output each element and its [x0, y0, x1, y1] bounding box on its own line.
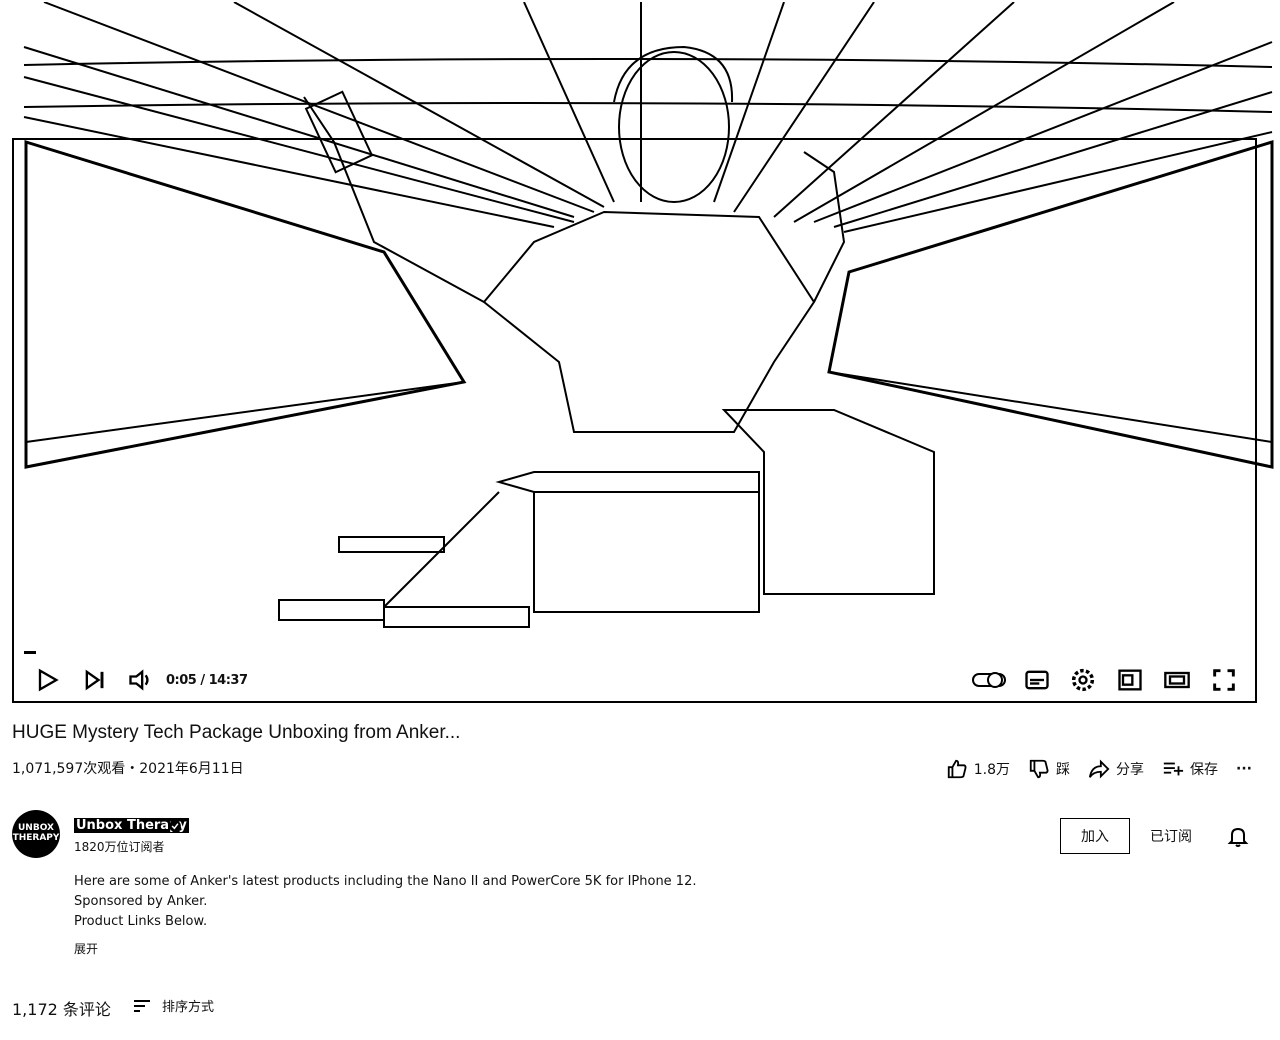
right-wall: [827, 139, 1274, 469]
video-frame: [23, 2, 1274, 628]
dislike-label: 踩: [1056, 762, 1071, 778]
ceiling-line: [233, 2, 605, 208]
volume-icon: [129, 669, 149, 691]
settings-button[interactable]: [1066, 665, 1100, 695]
left-wall: [24, 139, 467, 469]
ceiling-line: [813, 41, 1273, 223]
share-label: 分享: [1116, 762, 1145, 778]
box-tall: [721, 409, 935, 595]
video-player[interactable]: 0:05 / 14:37: [12, 2, 1274, 703]
box-small: [278, 599, 385, 621]
box-flat: [383, 606, 530, 628]
person-cap: [613, 45, 734, 103]
time-display: 0:05 / 14:37: [166, 673, 248, 688]
subscribed-label: 已订阅: [1150, 829, 1192, 845]
description-line: Product Links Below.: [74, 914, 208, 929]
sort-label: 排序方式: [162, 1000, 215, 1015]
description-line: Here are some of Anker's latest products…: [74, 874, 697, 889]
video-title: HUGE Mystery Tech Package Unboxing from …: [12, 722, 461, 743]
floor-line: [25, 381, 465, 443]
dislike-button[interactable]: 踩: [1028, 758, 1070, 780]
subtitles-button[interactable]: [1020, 665, 1054, 695]
subtitles-icon: [1025, 670, 1049, 690]
share-icon: [1088, 759, 1110, 779]
ceiling-crossline: [23, 57, 1273, 68]
fullscreen-icon: [1213, 669, 1235, 691]
ceiling-line: [793, 2, 1175, 223]
subscribed-button[interactable]: 已订阅: [1150, 826, 1192, 846]
comments-count: 1,172 条评论: [12, 1000, 111, 1019]
save-button[interactable]: 保存: [1162, 758, 1218, 780]
miniplayer-icon: [1118, 669, 1142, 691]
description-line: Sponsored by Anker.: [74, 894, 208, 909]
ceiling-line: [23, 46, 575, 218]
video-description: Here are some of Anker's latest products…: [74, 872, 696, 932]
ceiling-line: [713, 2, 785, 203]
action-bar: 1.8万 踩 分享 保存 ···: [946, 758, 1252, 780]
show-more-button[interactable]: 展开: [74, 940, 98, 957]
ceiling-line: [833, 91, 1273, 228]
progress-bar[interactable]: [24, 651, 64, 655]
progress-fill: [24, 651, 36, 654]
playlist-add-icon: [1163, 762, 1184, 776]
person-right-arm: [803, 151, 846, 303]
miniplayer-button[interactable]: [1113, 665, 1147, 695]
join-label: 加入: [1081, 829, 1109, 845]
sort-comments-button[interactable]: 排序方式: [132, 996, 214, 1015]
fullscreen-button[interactable]: [1207, 665, 1241, 695]
next-button[interactable]: [78, 665, 112, 695]
ceiling-crossline: [23, 102, 1273, 113]
box-large-top: [495, 471, 760, 493]
phone-in-hand: [304, 90, 374, 174]
bell-icon[interactable]: [1226, 824, 1250, 848]
share-button[interactable]: 分享: [1088, 758, 1144, 780]
autoplay-toggle[interactable]: [969, 665, 1009, 695]
gear-icon: [1071, 668, 1095, 692]
join-button[interactable]: 加入: [1060, 818, 1130, 854]
ceiling-line: [773, 2, 1015, 218]
avatar-text: UNBOX THERAPY: [12, 823, 60, 843]
skip-next-icon: [85, 669, 104, 691]
sort-icon: [134, 999, 150, 1012]
verified-badge-icon: [169, 820, 181, 832]
theater-mode-button[interactable]: [1160, 665, 1194, 695]
ceiling-line: [23, 76, 575, 223]
box-edge: [383, 491, 500, 608]
video-stats: 1,071,597次观看・2021年6月11日: [12, 761, 244, 777]
play-icon: [38, 668, 59, 692]
box-small2: [338, 536, 445, 553]
volume-button[interactable]: [124, 665, 158, 695]
subscriber-count: 1820万位订阅者: [74, 840, 165, 854]
person-left-arm: [303, 96, 485, 303]
ceiling-line: [523, 2, 615, 203]
ceiling-line: [733, 2, 875, 213]
play-button[interactable]: [30, 665, 64, 695]
box-large: [533, 491, 760, 613]
more-icon: ···: [1236, 761, 1252, 777]
ceiling-line: [43, 2, 595, 213]
thumbs-down-icon: [1029, 759, 1049, 779]
floor-line: [828, 371, 1273, 443]
like-button[interactable]: 1.8万: [946, 758, 1010, 780]
ceiling-line: [843, 131, 1273, 233]
person-torso: [482, 210, 816, 433]
theater-mode-icon: [1164, 671, 1190, 689]
more-actions-button[interactable]: ···: [1236, 761, 1252, 777]
player-controls: 0:05 / 14:37: [14, 651, 1255, 701]
like-count: 1.8万: [973, 762, 1011, 778]
save-label: 保存: [1190, 762, 1219, 778]
autoplay-toggle-icon: [972, 672, 1006, 688]
thumbs-up-icon: [947, 759, 967, 779]
channel-avatar[interactable]: UNBOX THERAPY: [12, 810, 60, 858]
ceiling-line: [23, 116, 555, 228]
person-head: [618, 51, 730, 203]
